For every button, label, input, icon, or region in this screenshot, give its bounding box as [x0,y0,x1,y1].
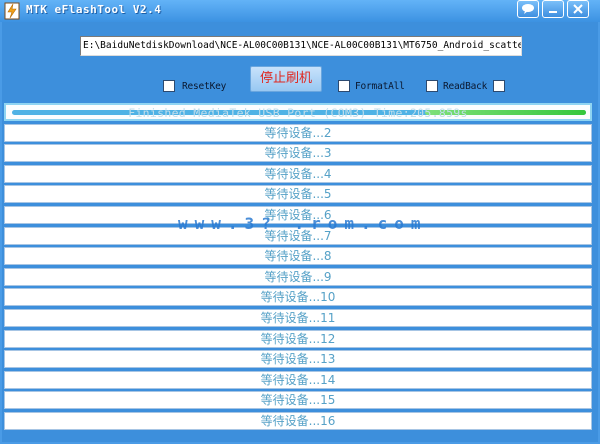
read-back-checkbox[interactable] [426,80,438,92]
device-slot: 等待设备...13 [4,350,592,369]
format-all-label: FormatAll [355,81,405,92]
close-icon[interactable] [567,0,589,18]
device-slot: 等待设备...3 [4,144,592,163]
device-slot: 等待设备...12 [4,329,592,348]
device-slot-list: Finished MediaTek USB Port (COM3) Time:2… [4,103,592,433]
slot-status-text: Finished MediaTek USB Port (COM3) Time:2… [128,106,468,120]
reset-key-checkbox[interactable] [163,80,175,92]
device-slot: 等待设备...15 [4,391,592,410]
device-slot: 等待设备...8 [4,247,592,266]
minimize-icon[interactable] [542,0,564,18]
device-slot: 等待设备...9 [4,267,592,286]
watermark: www.3? .rom.com [178,214,428,233]
window-title: MTK eFlashTool V2.4 [26,3,162,16]
device-slot-1-active: Finished MediaTek USB Port (COM3) Time:2… [4,103,592,121]
device-slot: 等待设备...5 [4,185,592,204]
device-slot: 等待设备...11 [4,309,592,327]
flash-tool-icon [4,2,20,20]
format-all-checkbox[interactable] [338,80,350,92]
device-slot: 等待设备...10 [4,288,592,307]
device-slot: 等待设备...2 [4,123,592,142]
device-slot: 等待设备...14 [4,370,592,389]
read-back-label: ReadBack [443,81,488,92]
title-bar: MTK eFlashTool V2.4 [0,0,600,22]
chat-icon[interactable] [517,0,539,18]
reset-key-label: ResetKey [182,81,227,92]
stop-flash-button[interactable]: 停止刷机 [250,66,322,92]
scatter-path-field[interactable]: E:\BaiduNetdiskDownload\NCE-AL00C00B131\… [80,36,522,56]
extra-checkbox[interactable] [493,80,505,92]
device-slot: 等待设备...4 [4,164,592,183]
device-slot: 等待设备...16 [4,412,592,430]
